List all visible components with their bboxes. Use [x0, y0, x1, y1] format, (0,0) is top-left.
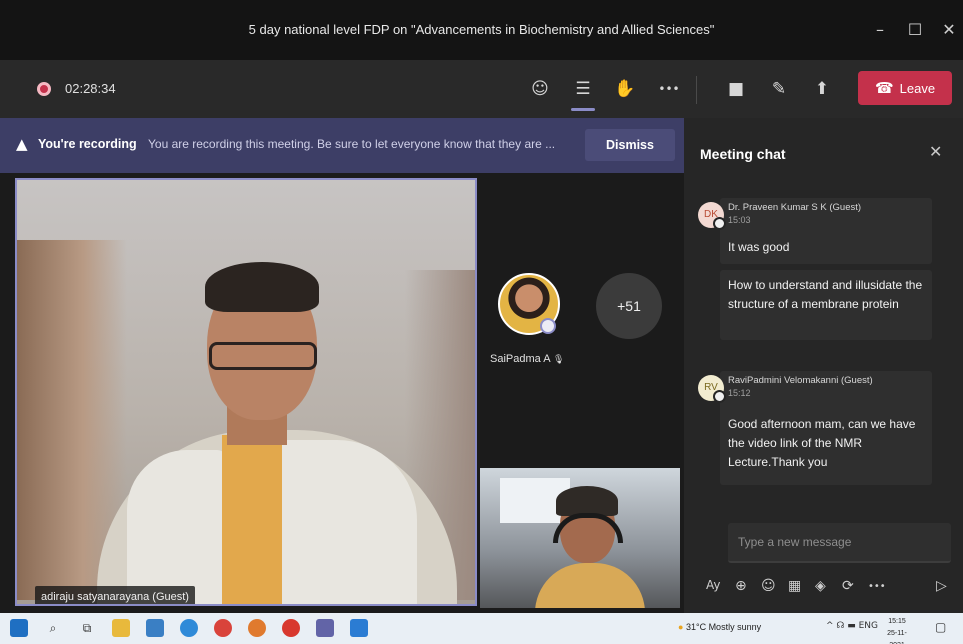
chat-message: It was good	[720, 232, 932, 264]
chat-message: How to understand and illusidate the str…	[720, 270, 932, 340]
maximize-icon[interactable]: ☐	[903, 18, 927, 42]
phone-icon: ☎	[874, 79, 894, 97]
people-icon[interactable]: ☺	[526, 75, 554, 103]
share-screen-icon[interactable]: ⬆	[808, 75, 836, 103]
sticker-icon[interactable]: ◈	[815, 578, 826, 594]
task-view-icon[interactable]: ⧉	[78, 619, 96, 637]
word-icon[interactable]	[350, 619, 368, 637]
chat-message-input[interactable]: Type a new message	[728, 523, 951, 563]
title-bar: 5 day national level FDP on "Advancement…	[0, 0, 963, 60]
close-window-icon[interactable]: ✕	[937, 18, 961, 42]
store-icon[interactable]	[146, 619, 164, 637]
notification-icon[interactable]: ▢	[935, 620, 946, 634]
banner-message: You are recording this meeting. Be sure …	[148, 137, 556, 151]
speaker-vest-left	[127, 450, 227, 604]
main-video-feed[interactable]: adiraju satyanarayana (Guest)	[15, 178, 477, 606]
chat-compose-tools: Ay ⊕ ☺ ▦ ◈ ⟳ ••• ▷	[698, 574, 963, 604]
speaker-glasses	[209, 342, 317, 370]
gif-icon[interactable]: ▦	[788, 578, 801, 594]
window-title: 5 day national level FDP on "Advancement…	[248, 22, 715, 37]
mic-icon[interactable]: ✎	[765, 75, 793, 103]
weather-text: 31°C Mostly sunny	[685, 622, 762, 632]
attach-icon[interactable]: ⊕	[735, 578, 747, 594]
clock-time: 15:15	[888, 618, 906, 625]
teams-icon[interactable]	[316, 619, 334, 637]
avatar[interactable]: DK	[698, 202, 726, 230]
self-video-feed[interactable]	[480, 468, 680, 608]
clock-date: 25-11-2021	[887, 630, 907, 644]
meeting-timer: 02:28:34	[65, 81, 116, 96]
sun-icon: ●	[678, 622, 684, 632]
recording-banner: ▲ You're recording You are recording thi…	[0, 118, 684, 173]
message-header: RaviPadmini Velomakanni (Guest) 15:12	[720, 371, 932, 409]
video-stage: adiraju satyanarayana (Guest) SaiPadma A…	[0, 173, 684, 613]
start-icon[interactable]	[10, 619, 28, 637]
overflow-participants-button[interactable]: +51	[596, 273, 662, 339]
teams-meeting-window: 5 day national level FDP on "Advancement…	[0, 0, 963, 644]
more-options-icon[interactable]: •••	[868, 581, 886, 592]
main-speaker-name: adiraju satyanarayana (Guest)	[35, 586, 195, 604]
message-header: Dr. Praveen Kumar S K (Guest) 15:03	[720, 198, 932, 232]
system-tray-icons[interactable]: ^ ☊ ▬ ENG	[826, 621, 878, 631]
chat-icon[interactable]: ☰	[569, 75, 597, 111]
clock[interactable]: 15:15 25-11-2021	[880, 616, 914, 644]
warning-icon: ▲	[16, 135, 28, 153]
close-chat-icon[interactable]: ✕	[929, 142, 942, 161]
send-icon[interactable]: ▷	[936, 578, 947, 594]
minimize-icon[interactable]: –	[868, 18, 892, 42]
message-author: RaviPadmini Velomakanni (Guest)	[728, 375, 873, 386]
message-time: 15:03	[728, 215, 751, 225]
recording-indicator-icon	[37, 82, 51, 96]
format-icon[interactable]: Ay	[706, 578, 721, 592]
loop-icon[interactable]: ⟳	[842, 578, 854, 594]
chat-title: Meeting chat	[700, 146, 786, 162]
speaker-shirt	[222, 435, 282, 604]
mic-muted-icon: 🎙	[553, 355, 565, 365]
leave-button[interactable]: ☎ Leave	[858, 71, 952, 105]
speaker-hair	[205, 262, 319, 312]
browser-icon[interactable]	[282, 619, 300, 637]
toolbar-divider	[696, 76, 697, 104]
more-actions-icon[interactable]: •••	[655, 75, 683, 103]
participant-name-tag: SaiPadma A 🎙	[490, 353, 564, 365]
reactions-icon[interactable]: ✋	[611, 75, 639, 103]
chrome-icon[interactable]	[214, 619, 232, 637]
windows-taskbar: ⌕ ⧉ ● 31°C Mostly sunny ^ ☊ ▬ ENG 15:15 …	[0, 613, 963, 644]
search-icon[interactable]: ⌕	[44, 619, 62, 637]
avatar[interactable]: RV	[698, 375, 726, 403]
camera-icon[interactable]: ■	[722, 75, 750, 103]
edge-icon[interactable]	[180, 619, 198, 637]
chat-header: Meeting chat ✕	[684, 118, 963, 180]
meeting-toolbar: 02:28:34 ☺ ☰ ✋ ••• ■ ✎ ⬆ ☎ Leave	[0, 60, 963, 118]
banner-title: You're recording	[38, 137, 137, 151]
chat-message: Good afternoon mam, can we have the vide…	[720, 409, 932, 485]
file-explorer-icon[interactable]	[112, 619, 130, 637]
leave-label: Leave	[899, 80, 936, 96]
dismiss-button[interactable]: Dismiss	[585, 129, 675, 161]
message-author: Dr. Praveen Kumar S K (Guest)	[728, 202, 862, 213]
status-badge	[540, 318, 556, 334]
weather-widget[interactable]: ● 31°C Mostly sunny	[678, 622, 761, 632]
self-body	[535, 563, 645, 608]
chrome-profile-icon[interactable]	[248, 619, 266, 637]
participant-name: SaiPadma A	[490, 353, 550, 365]
participant-tiles: SaiPadma A 🎙 +51	[480, 178, 680, 468]
self-hair	[556, 486, 618, 516]
message-time: 15:12	[728, 388, 751, 398]
emoji-icon[interactable]: ☺	[761, 578, 776, 594]
